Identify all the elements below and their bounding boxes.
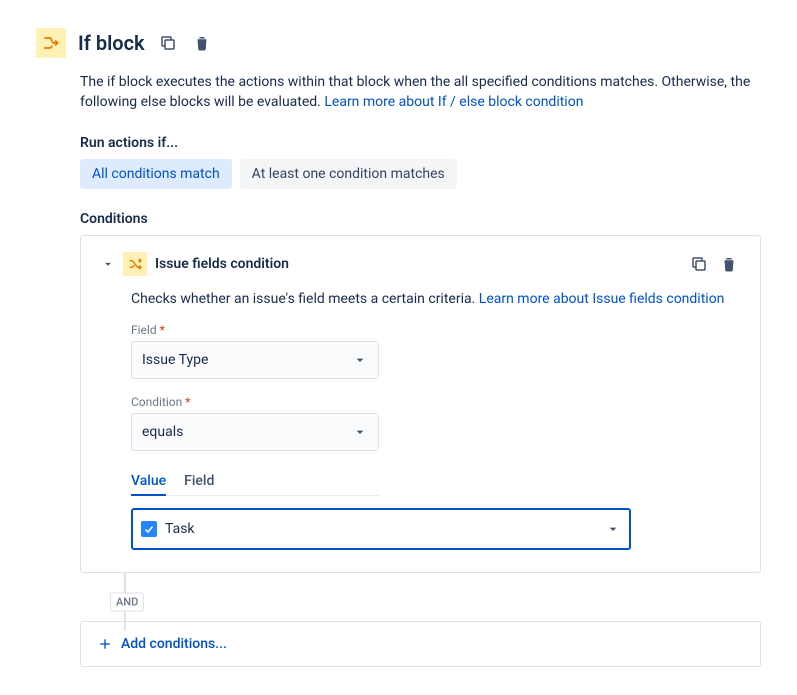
condition-op-label: Condition * [131,395,740,409]
page-title: If block [78,31,145,55]
selected-value-chip: Task [165,521,597,537]
description: The if block executes the actions within… [80,72,761,113]
and-badge: AND [110,593,144,612]
field-select-value: Issue Type [142,352,208,368]
condition-op-label-text: Condition [131,395,182,409]
copy-button[interactable] [157,32,179,54]
condition-desc-text: Checks whether an issue's field meets a … [131,291,479,307]
branch-icon [36,28,66,58]
add-conditions-button[interactable]: Add conditions... [80,621,761,667]
conditions-label: Conditions [80,211,761,227]
field-label: Field * [131,323,740,337]
collapse-toggle[interactable] [101,257,115,271]
run-actions-label: Run actions if... [80,135,761,151]
and-connector: AND [110,583,761,621]
tab-field[interactable]: Field [184,467,214,495]
header: If block [36,28,761,58]
add-conditions-label: Add conditions... [121,636,227,652]
chevron-down-icon [352,424,368,440]
delete-button[interactable] [191,32,213,54]
required-asterisk: * [160,323,165,337]
plus-icon [97,636,113,652]
seg-all-conditions[interactable]: All conditions match [80,159,232,189]
learn-more-link[interactable]: Learn more about If / else block conditi… [324,94,583,110]
condition-card-header: Issue fields condition [101,252,740,276]
condition-card: Issue fields condition Checks whether an… [80,235,761,574]
tab-value[interactable]: Value [131,467,166,495]
run-actions-segmented: All conditions match At least one condit… [80,159,457,189]
condition-body: Checks whether an issue's field meets a … [101,290,740,551]
condition-op-value: equals [142,424,183,440]
condition-copy-button[interactable] [688,253,710,275]
chevron-down-icon [605,521,621,537]
field-select[interactable]: Issue Type [131,341,379,379]
condition-op-select[interactable]: equals [131,413,379,451]
condition-learn-more-link[interactable]: Learn more about Issue fields condition [479,291,725,307]
shuffle-icon [123,252,147,276]
chevron-down-icon [352,352,368,368]
field-label-text: Field [131,323,157,337]
condition-delete-button[interactable] [718,253,740,275]
condition-description: Checks whether an issue's field meets a … [131,290,740,310]
content: The if block executes the actions within… [36,72,761,667]
seg-any-condition[interactable]: At least one condition matches [240,159,457,189]
checkbox-checked-icon [141,521,157,537]
required-asterisk: * [185,395,190,409]
value-multiselect[interactable]: Task [131,508,631,550]
condition-title: Issue fields condition [155,256,680,272]
value-field-tabs: Value Field [131,467,379,496]
